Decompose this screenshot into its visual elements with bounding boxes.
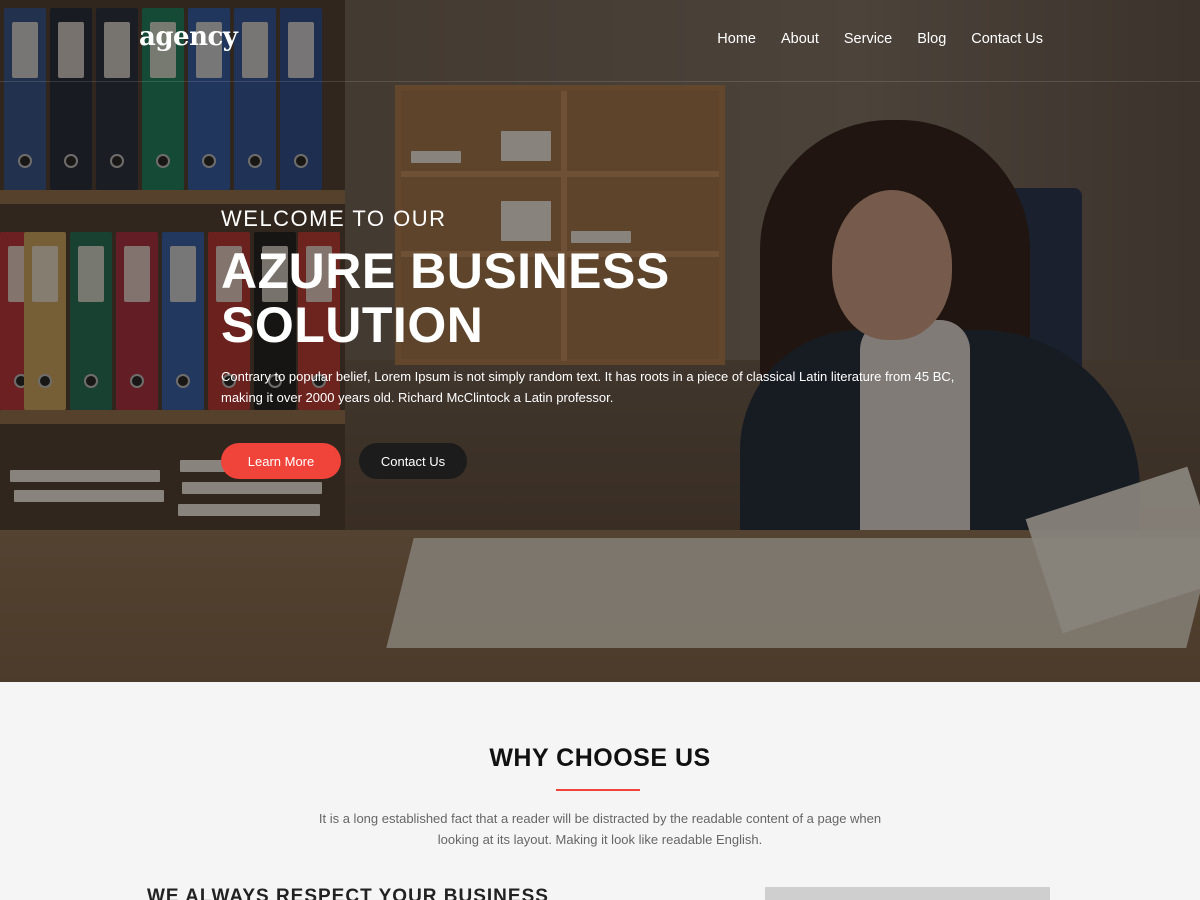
nav-blog[interactable]: Blog: [917, 31, 946, 47]
nav-service[interactable]: Service: [844, 31, 892, 47]
hero-headline: AZURE BUSINESS SOLUTION: [221, 244, 981, 352]
nav-contact-us[interactable]: Contact Us: [971, 31, 1043, 47]
respect-heading: WE ALWAYS RESPECT YOUR BUSINESS: [147, 886, 549, 900]
section-title: WHY CHOOSE US: [489, 744, 711, 772]
nav-about[interactable]: About: [781, 31, 819, 47]
section-image: [765, 887, 1050, 900]
contact-us-button[interactable]: Contact Us: [359, 443, 467, 479]
header-divider: [0, 81, 1200, 82]
hero-headline-line1: AZURE BUSINESS: [221, 243, 670, 299]
why-choose-us-section: WHY CHOOSE US It is a long established f…: [0, 682, 1200, 900]
hero-welcome: WELCOME TO OUR: [221, 206, 447, 231]
hero-content: WELCOME TO OUR AZURE BUSINESS SOLUTION C…: [221, 206, 981, 408]
title-underline: [556, 789, 640, 791]
site-logo[interactable]: agency: [139, 22, 238, 52]
hero-intro: Contrary to popular belief, Lorem Ipsum …: [221, 369, 955, 405]
learn-more-button[interactable]: Learn More: [221, 443, 341, 479]
main-nav: Home About Service Blog Contact Us: [717, 31, 1043, 47]
section-description: It is a long established fact that a rea…: [318, 811, 882, 847]
hero-buttons: Learn More Contact Us: [221, 443, 467, 479]
nav-home[interactable]: Home: [717, 31, 756, 47]
hero-headline-line2: SOLUTION: [221, 297, 484, 353]
